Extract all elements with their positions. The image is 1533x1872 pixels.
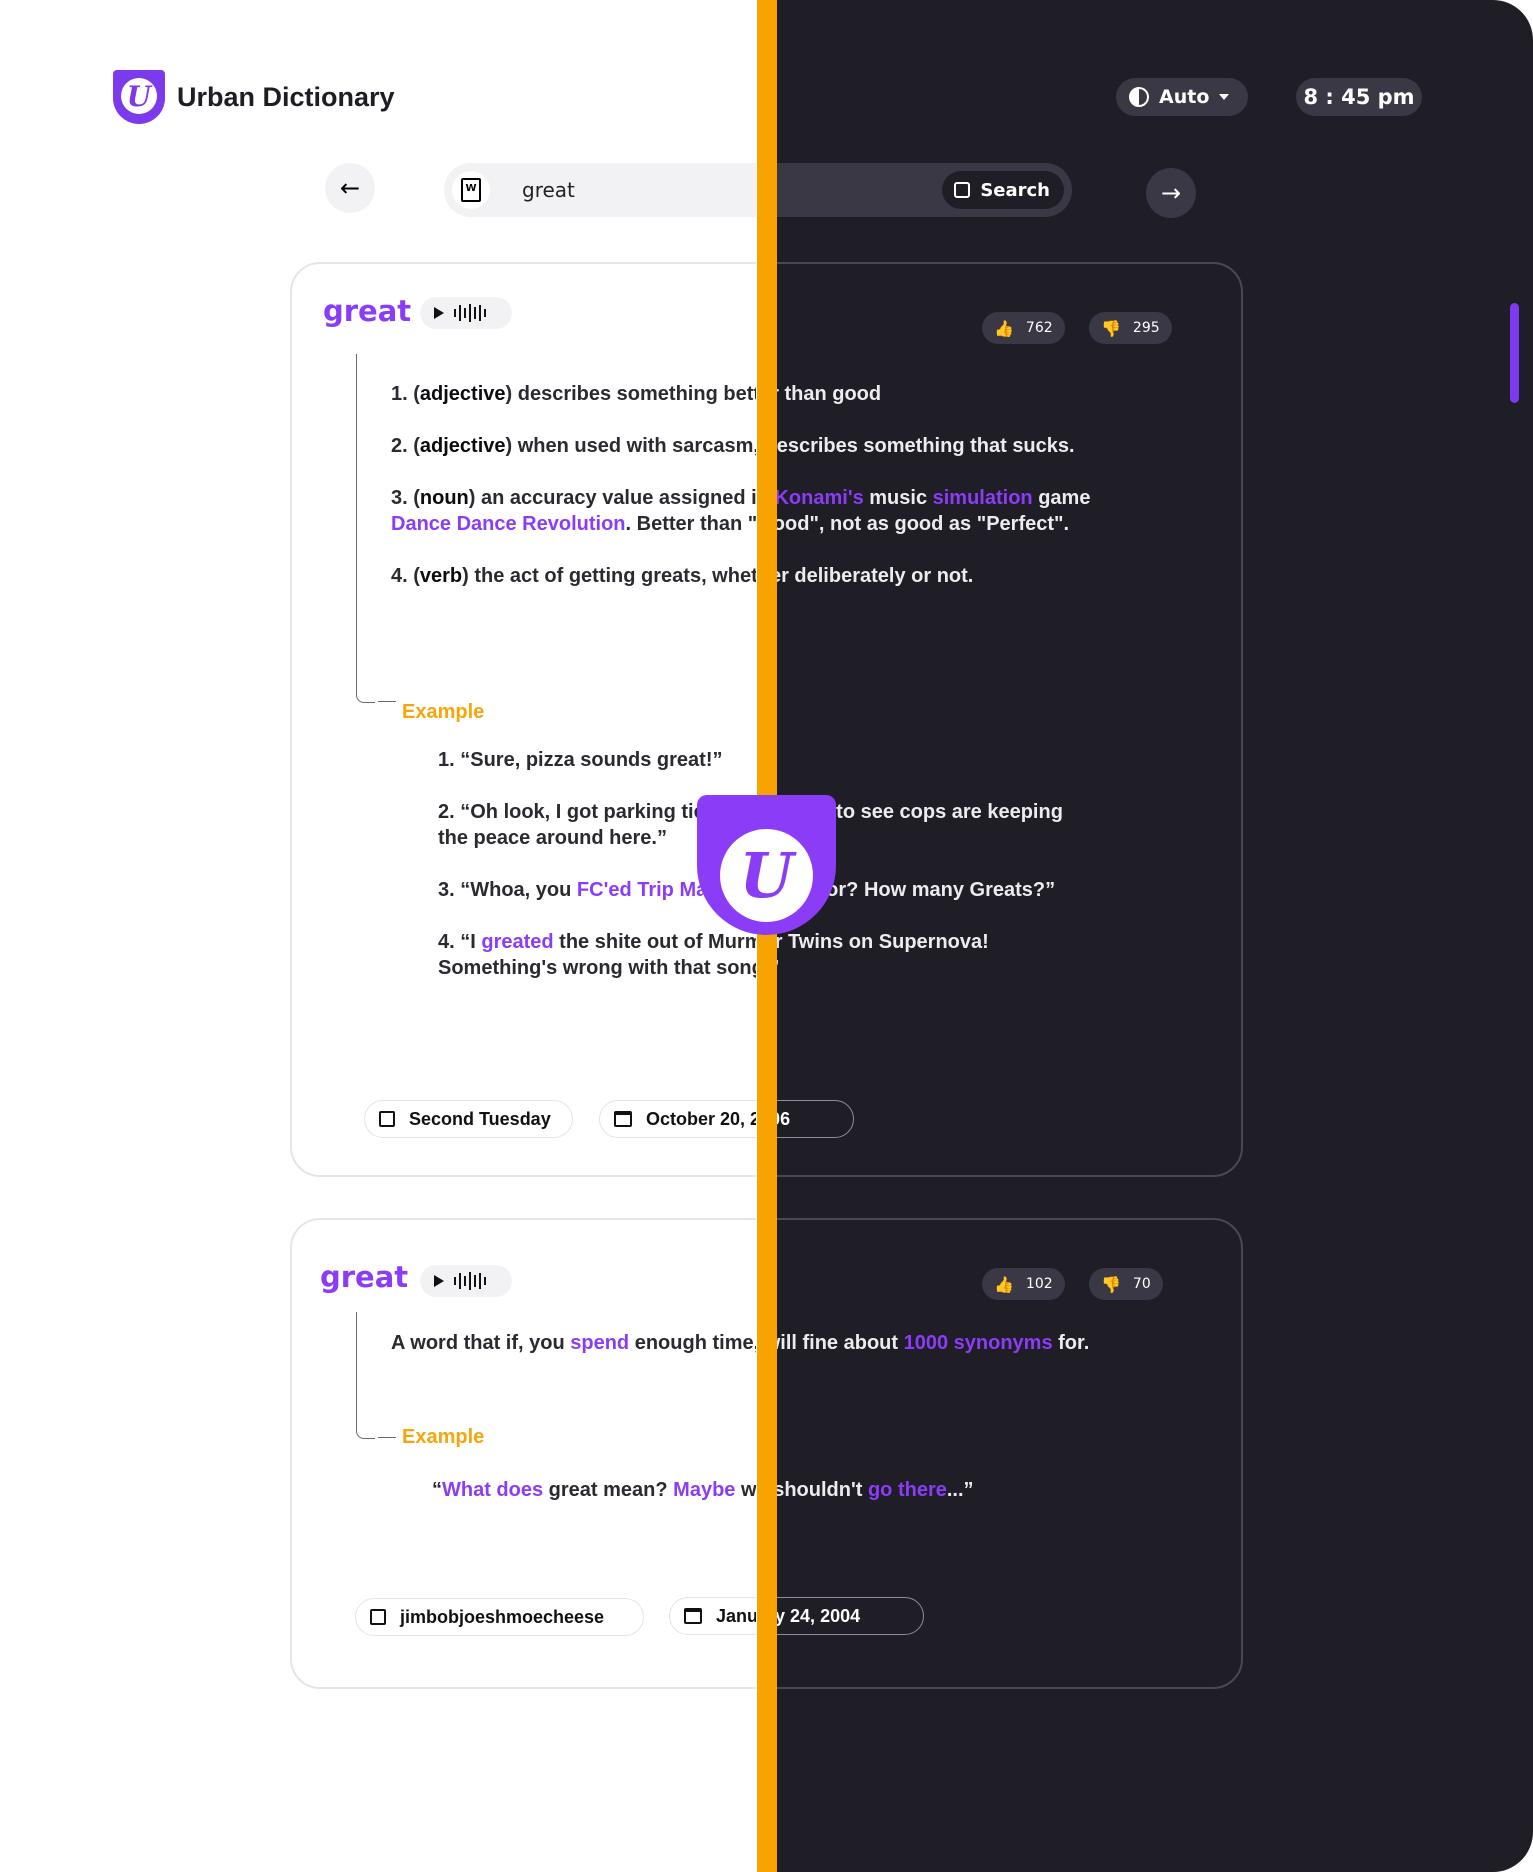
logo[interactable]: U Urban Dictionary <box>113 70 395 124</box>
author-pill[interactable]: Second Tuesday <box>364 1100 573 1138</box>
link-konami[interactable]: Konami's <box>774 487 863 509</box>
play-icon[interactable] <box>434 1275 444 1287</box>
theme-divider <box>757 0 777 1872</box>
thumbs-up-icon: 👍 <box>994 1274 1014 1294</box>
theme-label: Auto <box>1159 86 1210 108</box>
thumbs-down-icon: 👎 <box>1101 318 1121 338</box>
entry-word[interactable]: great <box>323 294 411 328</box>
author-pill[interactable]: jimbobjoeshmoecheese <box>355 1598 644 1636</box>
audio-player[interactable] <box>420 1265 512 1297</box>
audio-player[interactable] <box>420 297 512 329</box>
forward-button[interactable]: → <box>1146 168 1196 218</box>
arrow-left-icon: ← <box>339 174 361 202</box>
search-doc-icon <box>954 182 971 198</box>
thumbs-up-icon: 👍 <box>994 318 1014 338</box>
arrow-right-icon: → <box>1160 179 1182 207</box>
comparison-stage: U Urban Dictionary ← W great 1. (adjecti… <box>0 0 1533 1872</box>
app-name: Urban Dictionary <box>177 81 395 112</box>
theme-selector[interactable]: Auto <box>1116 78 1248 116</box>
pencil-icon <box>370 1609 386 1625</box>
chevron-down-icon <box>1219 94 1230 100</box>
link-spend[interactable]: spend <box>570 1332 629 1354</box>
link-ddr[interactable]: Dance Dance Revolution <box>391 513 626 535</box>
urban-dictionary-badge-icon: U <box>697 795 836 935</box>
thumbs-down-icon: 👎 <box>1101 1274 1121 1294</box>
definition-line <box>356 354 357 689</box>
entry-word[interactable]: great <box>320 1260 408 1294</box>
waveform-icon <box>454 1272 486 1290</box>
example-label: Example <box>402 1426 485 1448</box>
logo-shield-icon: U <box>113 70 165 124</box>
link-1000-synonyms[interactable]: 1000 synonyms <box>904 1332 1053 1354</box>
half-moon-icon <box>1129 87 1149 107</box>
pencil-icon <box>379 1111 395 1127</box>
calendar-icon <box>614 1111 632 1127</box>
example-connector <box>356 1424 375 1439</box>
scrollbar-thumb[interactable] <box>1510 303 1519 403</box>
example-connector <box>356 688 375 703</box>
link-simulation[interactable]: simulation <box>933 487 1033 509</box>
upvote-button[interactable]: 👍 762 <box>982 312 1065 344</box>
waveform-icon <box>454 304 486 322</box>
link-go-there[interactable]: go there <box>868 1479 947 1501</box>
downvote-button[interactable]: 👎 70 <box>1089 1268 1163 1300</box>
example-dash <box>378 1437 396 1438</box>
play-icon[interactable] <box>434 307 444 319</box>
back-button[interactable]: ← <box>325 163 375 213</box>
link-greated[interactable]: greated <box>481 931 553 953</box>
clock: 8 : 45 pm <box>1296 78 1422 116</box>
example-dash <box>378 701 396 702</box>
link-maybe[interactable]: Maybe <box>673 1479 735 1501</box>
word-doc-icon: W <box>452 171 490 209</box>
downvote-button[interactable]: 👎 295 <box>1089 312 1172 344</box>
upvote-button[interactable]: 👍 102 <box>982 1268 1065 1300</box>
definition-line <box>356 1312 357 1425</box>
calendar-icon <box>684 1608 702 1624</box>
search-button[interactable]: Search <box>942 171 1064 209</box>
example-label: Example <box>402 701 485 723</box>
link-what-does[interactable]: What does <box>442 1479 543 1501</box>
